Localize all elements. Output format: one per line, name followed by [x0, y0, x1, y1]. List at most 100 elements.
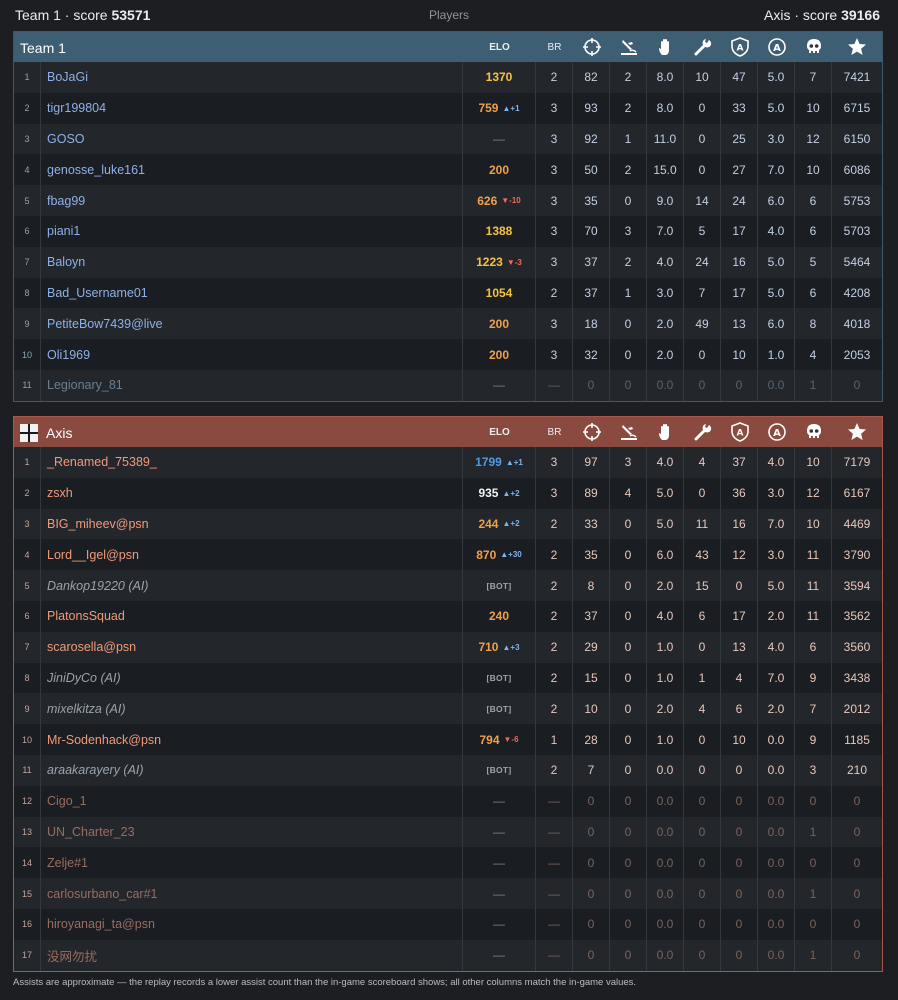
player-name[interactable]: scarosella@psn [41, 631, 463, 663]
player-name[interactable]: mixelkitza (AI) [41, 693, 463, 725]
player-row[interactable]: 5 fbag99 626 ▼-10 3 35 0 9.0 14 24 6.0 6 5753 [14, 185, 882, 216]
hand-icon[interactable] [647, 32, 684, 62]
player-name[interactable]: genosse_luke161 [41, 154, 463, 186]
crosshair-stat: 0 [573, 369, 610, 401]
star-stat: 5703 [843, 224, 871, 239]
player-row[interactable]: 14 Zelje#1— —0 0 0.0 0 0 0.0 0 0 [14, 847, 882, 879]
player-row[interactable]: 9 PetiteBow7439@live 200 3 18 0 2.0 49 13 6.0 8 401… [14, 308, 882, 340]
player-row[interactable]: 1 _Renamed_75389_ 1799 ▲+1 3 97 3 4.0 4 37 4.0 10 71… [14, 447, 882, 478]
player-row[interactable]: 2 tigr199804 759 ▲+1 3 93 2 8.0 0 33 5.0 10 6715 [14, 92, 882, 124]
wrench-stat: 0 [684, 754, 721, 786]
player-name[interactable]: Bad_Username01 [41, 277, 463, 309]
player-name[interactable]: fbag99 [41, 185, 463, 216]
circle-a-stat: 2.0 [758, 600, 795, 632]
player-row[interactable]: 9 mixelkitza (AI) [BOT] 2 10 0 2.0 4 6 2.0 7 2012 [14, 693, 882, 725]
player-row[interactable]: 4 Lord__Igel@psn 870 ▲+30 2 35 0 6.0 43 12 3.0 11 37… [14, 539, 882, 571]
player-name[interactable]: Dankop19220 (AI) [41, 570, 463, 601]
shield-a-icon[interactable]: A [721, 417, 758, 447]
player-name[interactable]: JiniDyCo (AI) [41, 662, 463, 694]
player-name[interactable]: Zelje#1 [41, 847, 463, 879]
player-row[interactable]: 11 Legionary_81— —0 0 0.0 0 0 0.0 1 0 [14, 369, 882, 401]
crashed-plane-icon[interactable] [610, 32, 647, 62]
player-row[interactable]: 5 Dankop19220 (AI) [BOT] 2 8 0 2.0 15 0 5.0 11 3594 [14, 570, 882, 601]
elo-cell: 1388 [463, 215, 536, 247]
player-name[interactable]: Legionary_81 [41, 369, 463, 401]
star-stat: 2053 [843, 347, 871, 362]
crosshair-icon[interactable] [573, 417, 610, 447]
br-column-header[interactable]: BR [536, 32, 573, 62]
player-name[interactable]: PlatonsSquad [41, 600, 463, 632]
player-name[interactable]: UN_Charter_23 [41, 816, 463, 848]
player-name[interactable]: Cigo_1 [41, 785, 463, 817]
player-row[interactable]: 1 BoJaGi 1370 2 82 2 8.0 10 47 5.0 7 7421 [14, 62, 882, 93]
player-row[interactable]: 8 Bad_Username01 1054 2 37 1 3.0 7 17 5.0 6 4208 [14, 277, 882, 309]
player-name[interactable]: araakarayery (AI) [41, 754, 463, 786]
player-row[interactable]: 7 scarosella@psn 710 ▲+3 2 29 0 1.0 0 13 4.0 6 3560 [14, 631, 882, 663]
player-row[interactable]: 4 genosse_luke161 200 3 50 2 15.0 0 27 7.0 10 6086 [14, 154, 882, 186]
player-row[interactable]: 8 JiniDyCo (AI) [BOT] 2 15 0 1.0 1 4 7.0 9 3438 [14, 662, 882, 694]
player-name[interactable]: Oli1969 [41, 339, 463, 370]
player-name[interactable]: Mr-Sodenhack@psn [41, 724, 463, 755]
player-row[interactable]: 6 piani1 1388 3 70 3 7.0 5 17 4.0 6 5703 [14, 215, 882, 247]
star-icon[interactable] [832, 417, 882, 447]
circle-a-stat: 7.0 [758, 508, 795, 540]
crosshair-icon[interactable] [573, 32, 610, 62]
player-name[interactable]: PetiteBow7439@live [41, 308, 463, 340]
skull-stat: 11 [795, 539, 832, 571]
player-row[interactable]: 12 Cigo_1— —0 0 0.0 0 0 0.0 0 0 [14, 785, 882, 817]
row-index: 16 [14, 908, 41, 940]
player-row[interactable]: 2 zsxh 935 ▲+2 3 89 4 5.0 0 36 3.0 12 6167 [14, 477, 882, 509]
star-icon[interactable] [832, 32, 882, 62]
circle-a-icon[interactable]: A [758, 32, 795, 62]
wrench-stat: 0 [684, 339, 721, 370]
wrench-icon[interactable] [684, 32, 721, 62]
player-row[interactable]: 16 hiroyanagi_ta@psn — —0 0 0.0 0 0 0.0 0 0 [14, 908, 882, 940]
player-name[interactable]: BIG_miheev@psn [41, 508, 463, 540]
elo-value: — [493, 378, 505, 393]
battle-rating: 2 [536, 600, 573, 632]
skull-icon[interactable] [795, 32, 832, 62]
elo-column-header[interactable]: ELO [463, 32, 536, 62]
player-row[interactable]: 10 Oli1969 200 3 32 0 2.0 0 10 1.0 4 2053 [14, 339, 882, 370]
skull-stat: 9 [795, 662, 832, 694]
hand-icon[interactable] [647, 417, 684, 447]
elo-cell: [BOT] [463, 693, 536, 725]
player-row[interactable]: 17 没网勿扰 — —0 0 0.0 0 0 0.0 1 0 [14, 939, 882, 971]
player-name[interactable]: hiroyanagi_ta@psn [41, 908, 463, 940]
player-row[interactable]: 3 BIG_miheev@psn 244 ▲+2 2 33 0 5.0 11 16 7.0 10 446… [14, 508, 882, 540]
player-name[interactable]: 没网勿扰 [41, 939, 463, 971]
skull-stat: 7 [795, 62, 832, 93]
wrench-icon[interactable] [684, 417, 721, 447]
player-name[interactable]: carlosurbano_car#1 [41, 878, 463, 909]
crashed-plane-stat: 0 [610, 908, 647, 940]
player-row[interactable]: 13 UN_Charter_23— —0 0 0.0 0 0 0.0 1 0 [14, 816, 882, 848]
shield-a-icon[interactable]: A [721, 32, 758, 62]
player-name[interactable]: _Renamed_75389_ [41, 447, 463, 478]
hand-stat: 0.0 [647, 369, 684, 401]
shield-a-stat: 0 [721, 908, 758, 940]
player-row[interactable]: 10 Mr-Sodenhack@psn 794 ▼-6 1 28 0 1.0 0 10 0.0 9 11… [14, 724, 882, 755]
elo-column-header[interactable]: ELO [463, 417, 536, 447]
wrench-stat: 0 [684, 123, 721, 155]
player-name[interactable]: GOSO [41, 123, 463, 155]
player-name[interactable]: Lord__Igel@psn [41, 539, 463, 571]
crashed-plane-stat: 0 [610, 570, 647, 601]
player-row[interactable]: 11 araakarayery (AI) [BOT] 2 7 0 0.0 0 0 0.0 3 210 [14, 754, 882, 786]
player-name[interactable]: BoJaGi [41, 62, 463, 93]
crashed-plane-icon[interactable] [610, 417, 647, 447]
elo-cell: — [463, 785, 536, 817]
wrench-stat: 0 [684, 908, 721, 940]
star-stat: 5753 [843, 193, 871, 208]
player-name[interactable]: Baloyn [41, 246, 463, 278]
player-row[interactable]: 3 GOSO —3 92 1 11.0 0 25 3.0 12 6150 [14, 123, 882, 155]
player-name[interactable]: zsxh [41, 477, 463, 509]
player-row[interactable]: 15 carlosurbano_car#1— —0 0 0.0 0 0 0.0 1 0 [14, 878, 882, 909]
player-name[interactable]: tigr199804 [41, 92, 463, 124]
br-column-header[interactable]: BR [536, 417, 573, 447]
player-name[interactable]: piani1 [41, 215, 463, 247]
wrench-stat: 15 [684, 570, 721, 601]
skull-icon[interactable] [795, 417, 832, 447]
circle-a-icon[interactable]: A [758, 417, 795, 447]
player-row[interactable]: 7 Baloyn 1223 ▼-3 3 37 2 4.0 24 16 5.0 5 5464 [14, 246, 882, 278]
player-row[interactable]: 6 PlatonsSquad 240 2 37 0 4.0 6 17 2.0 11 3562 [14, 600, 882, 632]
